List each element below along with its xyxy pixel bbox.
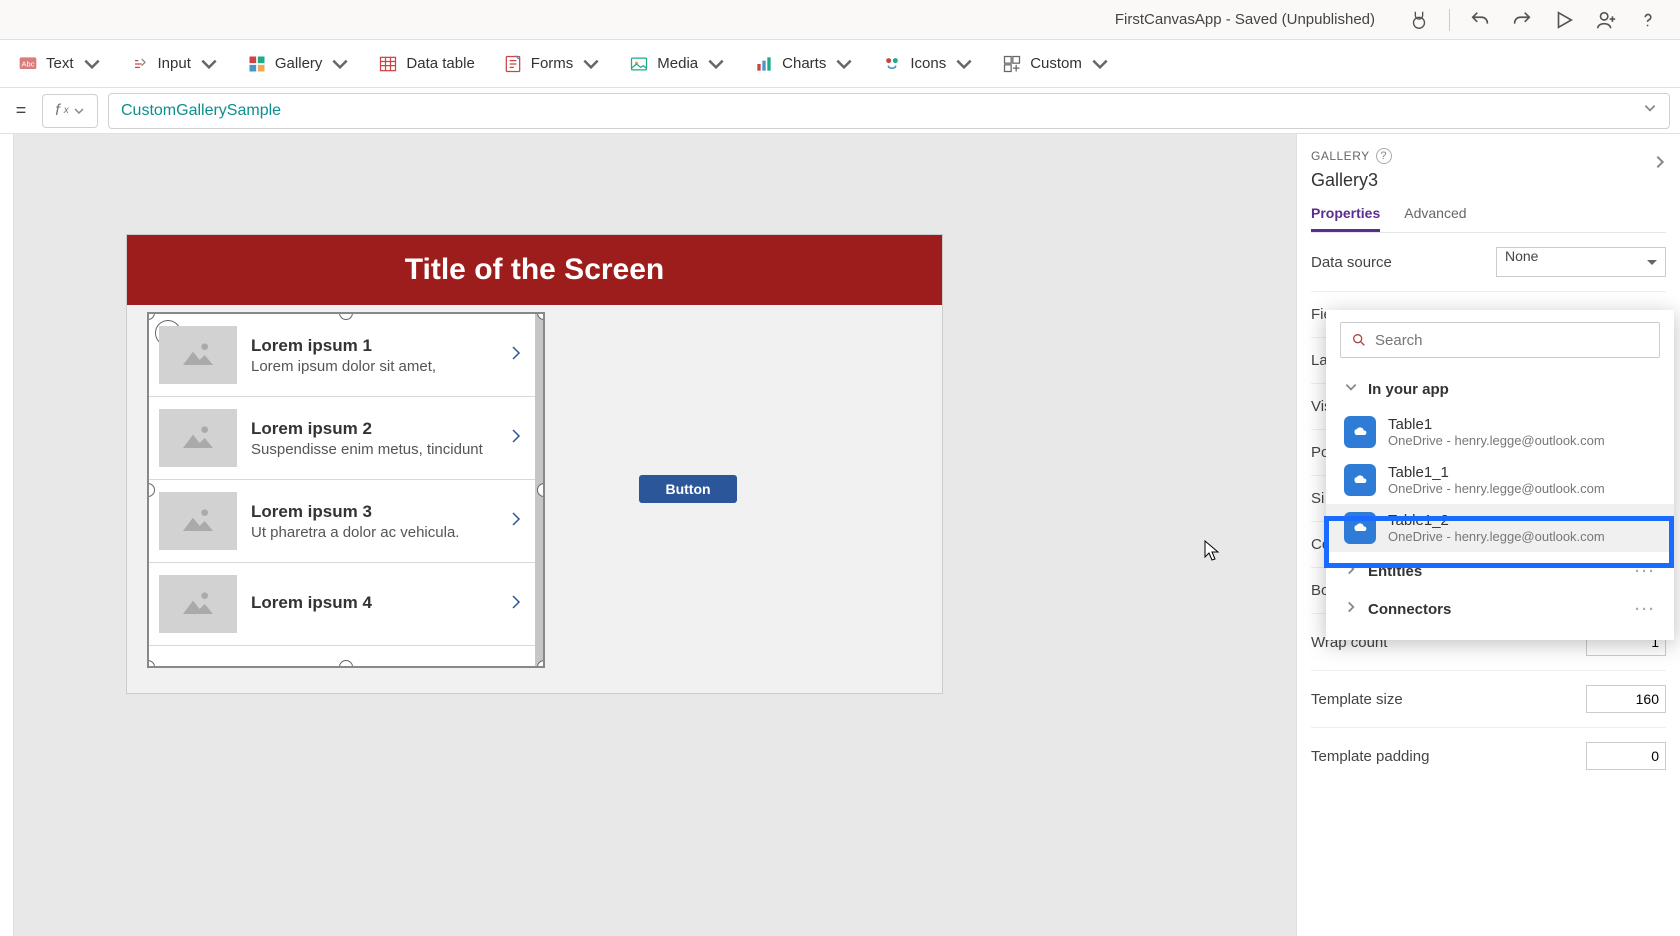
ribbon-charts[interactable]: Charts [754, 54, 854, 74]
ribbon-icons[interactable]: Icons [882, 54, 974, 74]
left-rail-collapsed[interactable] [0, 134, 14, 936]
resize-handle[interactable] [339, 660, 353, 668]
more-icon[interactable]: ··· [1635, 563, 1656, 580]
ribbon-custom[interactable]: Custom [1002, 54, 1110, 74]
gallery-item[interactable]: Lorem ipsum 3 Ut pharetra a dolor ac veh… [149, 480, 535, 563]
chevron-right-icon[interactable] [507, 593, 525, 616]
template-size-input[interactable] [1586, 685, 1666, 713]
app-title: FirstCanvasApp - Saved (Unpublished) [1115, 11, 1375, 28]
ribbon-text[interactable]: Abc Text [18, 54, 102, 74]
help-icon[interactable] [1630, 2, 1666, 38]
play-icon[interactable] [1546, 2, 1582, 38]
screen-title-label: Title of the Screen [127, 235, 942, 305]
tab-properties[interactable]: Properties [1311, 205, 1380, 232]
item-subtitle: Suspendisse enim metus, tincidunt [251, 441, 493, 458]
resize-handle[interactable] [537, 660, 545, 668]
search-icon [1351, 332, 1367, 348]
fx-button[interactable]: fx [42, 94, 98, 128]
item-title: Lorem ipsum 4 [251, 593, 493, 613]
onedrive-icon [1344, 416, 1376, 448]
gallery-control[interactable]: Lorem ipsum 1 Lorem ipsum dolor sit amet… [147, 312, 545, 668]
titlebar-divider [1449, 9, 1450, 31]
formula-input[interactable] [121, 102, 1643, 120]
image-placeholder-icon [159, 492, 237, 550]
resize-handle[interactable] [537, 483, 545, 497]
canvas-area[interactable]: Title of the Screen Button Lorem ipsum 1… [14, 134, 1296, 936]
section-connectors[interactable]: Connectors ··· [1326, 590, 1674, 628]
formula-expand-icon[interactable] [1643, 101, 1657, 120]
data-source-flyout: In your app Table1 OneDrive - henry.legg… [1326, 310, 1674, 640]
item-title: Lorem ipsum 1 [251, 336, 493, 356]
redo-icon[interactable] [1504, 2, 1540, 38]
formula-equals-icon: = [10, 100, 32, 121]
onedrive-icon [1344, 512, 1376, 544]
data-source-option[interactable]: Table1_1 OneDrive - henry.legge@outlook.… [1326, 456, 1674, 504]
ribbon-gallery[interactable]: Gallery [247, 54, 351, 74]
app-checker-icon[interactable] [1401, 2, 1437, 38]
section-in-your-app[interactable]: In your app [1326, 370, 1674, 408]
item-title: Lorem ipsum 3 [251, 502, 493, 522]
ribbon-data-table[interactable]: Data table [378, 54, 474, 74]
data-source-option[interactable]: Table1_2 OneDrive - henry.legge@outlook.… [1326, 504, 1674, 552]
chevron-right-icon [1344, 600, 1358, 618]
properties-tabs: Properties Advanced [1311, 205, 1666, 233]
gallery-inner: Lorem ipsum 1 Lorem ipsum dolor sit amet… [149, 314, 543, 666]
chevron-right-icon [1344, 562, 1358, 580]
gallery-item[interactable]: Lorem ipsum 1 Lorem ipsum dolor sit amet… [149, 314, 535, 397]
data-source-dropdown[interactable]: None [1496, 247, 1666, 277]
more-icon[interactable]: ··· [1635, 601, 1656, 618]
undo-icon[interactable] [1462, 2, 1498, 38]
ribbon-forms[interactable]: Forms [503, 54, 602, 74]
item-subtitle: Ut pharetra a dolor ac vehicula. [251, 524, 493, 541]
image-placeholder-icon [159, 326, 237, 384]
ribbon-input[interactable]: Input [130, 54, 219, 74]
svg-text:Abc: Abc [22, 59, 35, 68]
chevron-down-icon [1344, 380, 1358, 398]
control-type-label: GALLERY ? [1311, 148, 1666, 164]
template-padding-input[interactable] [1586, 742, 1666, 770]
gallery-item[interactable]: Lorem ipsum 2 Suspendisse enim metus, ti… [149, 397, 535, 480]
main-area: Title of the Screen Button Lorem ipsum 1… [0, 134, 1680, 936]
formula-bar: = fx [0, 88, 1680, 134]
gallery-item[interactable]: Lorem ipsum 4 [149, 563, 535, 646]
data-source-option[interactable]: Table1 OneDrive - henry.legge@outlook.co… [1326, 408, 1674, 456]
chevron-right-icon[interactable] [507, 344, 525, 367]
canvas-button[interactable]: Button [639, 475, 737, 503]
image-placeholder-icon [159, 409, 237, 467]
formula-input-wrap[interactable] [108, 93, 1670, 129]
data-source-search[interactable] [1340, 322, 1660, 358]
item-subtitle: Lorem ipsum dolor sit amet, [251, 358, 493, 375]
ribbon-media[interactable]: Media [629, 54, 726, 74]
chevron-right-icon[interactable] [507, 510, 525, 533]
section-entities[interactable]: Entities ··· [1326, 552, 1674, 590]
prop-template-size: Template size [1311, 671, 1666, 728]
panel-expand-icon[interactable] [1652, 154, 1668, 175]
chevron-right-icon[interactable] [507, 427, 525, 450]
data-source-search-input[interactable] [1375, 332, 1649, 349]
prop-template-padding: Template padding [1311, 728, 1666, 784]
title-bar: FirstCanvasApp - Saved (Unpublished) [0, 0, 1680, 40]
item-title: Lorem ipsum 2 [251, 419, 493, 439]
prop-data-source: Data source None [1311, 233, 1666, 292]
mouse-cursor-icon [1204, 540, 1220, 562]
help-tooltip-icon[interactable]: ? [1376, 148, 1392, 164]
insert-ribbon: Abc Text Input Gallery Data table Forms … [0, 40, 1680, 88]
share-icon[interactable] [1588, 2, 1624, 38]
properties-panel: GALLERY ? Gallery3 Properties Advanced D… [1296, 134, 1680, 936]
screen-frame: Title of the Screen Button Lorem ipsum 1… [126, 234, 943, 694]
image-placeholder-icon [159, 575, 237, 633]
control-name: Gallery3 [1311, 170, 1666, 191]
onedrive-icon [1344, 464, 1376, 496]
tab-advanced[interactable]: Advanced [1404, 205, 1466, 232]
